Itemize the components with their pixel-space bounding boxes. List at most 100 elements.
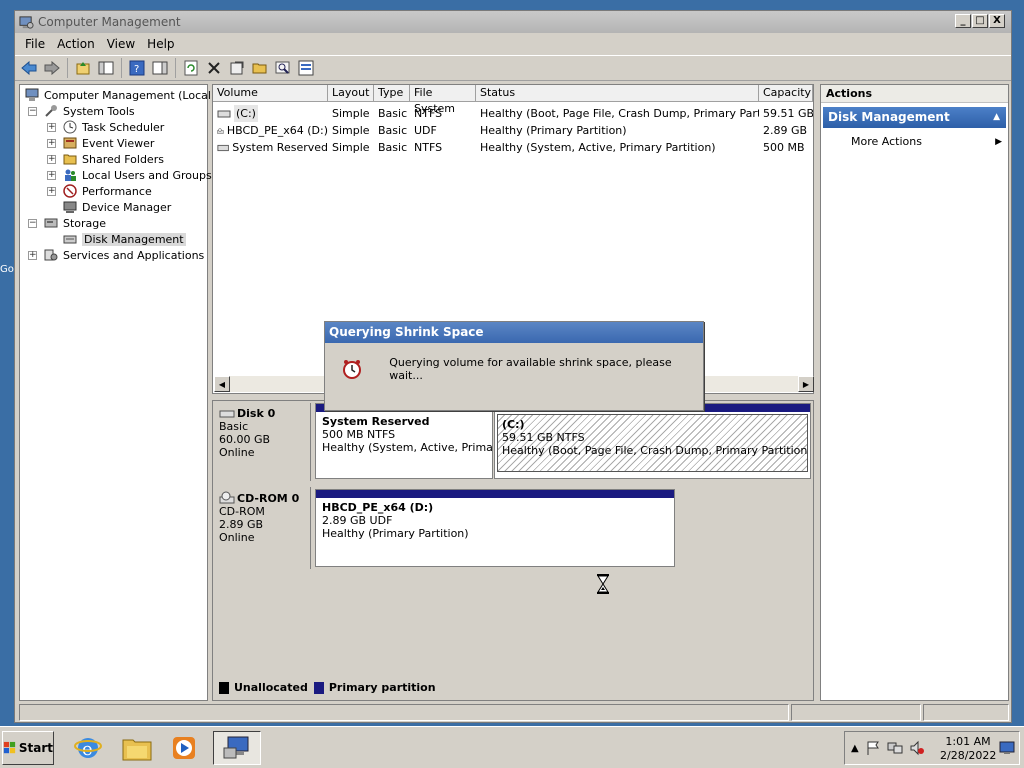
- tree-task-scheduler[interactable]: + Task Scheduler: [47, 119, 164, 135]
- cdrom0-label[interactable]: CD-ROM 0 CD-ROM 2.89 GB Online: [213, 487, 311, 569]
- help-icon[interactable]: ?: [127, 58, 147, 78]
- disk0-label[interactable]: Disk 0 Basic 60.00 GB Online: [213, 403, 311, 481]
- legend-primary-label: Primary partition: [328, 681, 436, 694]
- tree-local-users[interactable]: + Local Users and Groups: [47, 167, 212, 183]
- table-row[interactable]: System Reserved Simple Basic NTFS Health…: [213, 139, 813, 156]
- expand-icon[interactable]: +: [47, 154, 56, 164]
- menu-action[interactable]: Action: [53, 37, 103, 51]
- scroll-right-icon[interactable]: ▶: [798, 376, 814, 392]
- scroll-left-icon[interactable]: ◀: [214, 376, 230, 392]
- partition-name: HBCD_PE_x64 (D:): [322, 501, 434, 514]
- file-explorer-icon[interactable]: [119, 731, 155, 765]
- partition-system-reserved[interactable]: System Reserved 500 MB NTFS Healthy (Sys…: [315, 403, 493, 479]
- back-icon[interactable]: [19, 58, 39, 78]
- collapse-icon[interactable]: −: [28, 106, 37, 116]
- refresh-icon[interactable]: [181, 58, 201, 78]
- cdrom0-state: Online: [219, 531, 255, 544]
- action-center-flag-icon[interactable]: [865, 740, 881, 756]
- status-bar: [19, 704, 1009, 721]
- menu-view[interactable]: View: [103, 37, 143, 51]
- drive-icon: [217, 110, 231, 117]
- tree-storage[interactable]: − Storage: [28, 215, 106, 231]
- up-level-icon[interactable]: [73, 58, 93, 78]
- collapse-icon[interactable]: −: [28, 218, 37, 228]
- col-volume[interactable]: Volume: [213, 85, 328, 102]
- disk-management-icon: [62, 231, 78, 247]
- title-bar[interactable]: Computer Management _ □ X: [15, 11, 1011, 33]
- start-label: Start: [18, 741, 53, 755]
- col-layout[interactable]: Layout: [328, 85, 374, 102]
- col-file-system[interactable]: File System: [410, 85, 476, 115]
- users-icon: [62, 167, 78, 183]
- expand-icon[interactable]: +: [47, 122, 56, 132]
- status-cell: [923, 704, 1009, 721]
- collapse-caret-icon[interactable]: ▲: [993, 107, 1000, 128]
- alarm-clock-icon: [337, 353, 367, 385]
- computer-icon: [24, 87, 40, 103]
- tree-disk-management[interactable]: Disk Management: [62, 231, 186, 247]
- tree-performance[interactable]: + Performance: [47, 183, 152, 199]
- more-actions[interactable]: More Actions ▶: [821, 134, 1008, 150]
- partition-bar: [316, 490, 674, 498]
- expand-icon[interactable]: +: [47, 170, 56, 180]
- minimize-button[interactable]: _: [955, 14, 971, 28]
- view-options-icon[interactable]: [296, 58, 316, 78]
- col-capacity[interactable]: Capacity: [759, 85, 813, 102]
- expand-icon[interactable]: +: [47, 138, 56, 148]
- tree-device-manager[interactable]: Device Manager: [62, 199, 171, 215]
- close-button[interactable]: X: [989, 14, 1005, 28]
- media-player-icon[interactable]: [166, 731, 202, 765]
- console-tree: Computer Management (Local) − System Too…: [19, 84, 215, 701]
- disk-icon: [219, 410, 235, 417]
- start-button[interactable]: Start: [2, 731, 54, 765]
- tree-event-viewer[interactable]: + Event Viewer: [47, 135, 154, 151]
- delete-icon[interactable]: [204, 58, 224, 78]
- legend-primary-swatch: [313, 681, 324, 694]
- disk-graphical-view: Disk 0 Basic 60.00 GB Online System Rese…: [212, 400, 814, 701]
- cell-type: Basic: [378, 141, 408, 154]
- tree-label-selected: Disk Management: [82, 232, 186, 246]
- forward-icon[interactable]: [42, 58, 62, 78]
- cell-fs: NTFS: [414, 141, 443, 154]
- show-hidden-icons[interactable]: ▲: [851, 743, 859, 754]
- show-hide-tree-icon[interactable]: [96, 58, 116, 78]
- tree-label: Shared Folders: [82, 152, 164, 166]
- tools-icon: [43, 103, 59, 119]
- toolbar: ?: [15, 55, 1011, 81]
- cell-volume: (C:): [234, 105, 258, 122]
- storage-icon: [43, 215, 59, 231]
- dialog-title[interactable]: Querying Shrink Space: [325, 322, 703, 343]
- tree-system-tools[interactable]: − System Tools: [28, 103, 135, 119]
- partition-size: 59.51 GB NTFS: [502, 431, 585, 444]
- menu-file[interactable]: File: [21, 37, 53, 51]
- partition-d[interactable]: HBCD_PE_x64 (D:) 2.89 GB UDF Healthy (Pr…: [315, 489, 675, 567]
- services-icon: [43, 247, 59, 263]
- properties-pane-icon[interactable]: [150, 58, 170, 78]
- cdrom0-name: CD-ROM 0: [237, 491, 300, 505]
- cdrom0-size: 2.89 GB: [219, 518, 264, 531]
- internet-explorer-icon[interactable]: e: [70, 731, 106, 765]
- actions-section-disk-management[interactable]: Disk Management ▲: [823, 107, 1006, 128]
- properties-icon[interactable]: [227, 58, 247, 78]
- volume-muted-icon[interactable]: [909, 740, 925, 756]
- status-cell: [791, 704, 921, 721]
- partition-c[interactable]: (C:) 59.51 GB NTFS Healthy (Boot, Page F…: [494, 403, 811, 479]
- show-desktop-icon[interactable]: [999, 741, 1015, 755]
- tree-shared-folders[interactable]: + Shared Folders: [47, 151, 164, 167]
- menu-help[interactable]: Help: [143, 37, 182, 51]
- search-icon[interactable]: [273, 58, 293, 78]
- network-icon[interactable]: [887, 740, 903, 756]
- col-status[interactable]: Status: [476, 85, 759, 102]
- open-folder-icon[interactable]: [250, 58, 270, 78]
- clock[interactable]: 1:01 AM 2/28/2022: [940, 735, 996, 763]
- tree-root[interactable]: Computer Management (Local): [24, 87, 215, 103]
- table-row[interactable]: HBCD_PE_x64 (D:) Simple Basic UDF Health…: [213, 122, 813, 139]
- expand-icon[interactable]: +: [47, 186, 56, 196]
- expand-icon[interactable]: +: [28, 250, 37, 260]
- table-row[interactable]: (C:) Simple Basic NTFS Healthy (Boot, Pa…: [213, 105, 813, 122]
- col-type[interactable]: Type: [374, 85, 410, 102]
- computer-management-task[interactable]: [213, 731, 261, 765]
- maximize-button[interactable]: □: [972, 14, 988, 28]
- tree-label: Task Scheduler: [82, 120, 165, 134]
- tree-services-apps[interactable]: + Services and Applications: [28, 247, 204, 263]
